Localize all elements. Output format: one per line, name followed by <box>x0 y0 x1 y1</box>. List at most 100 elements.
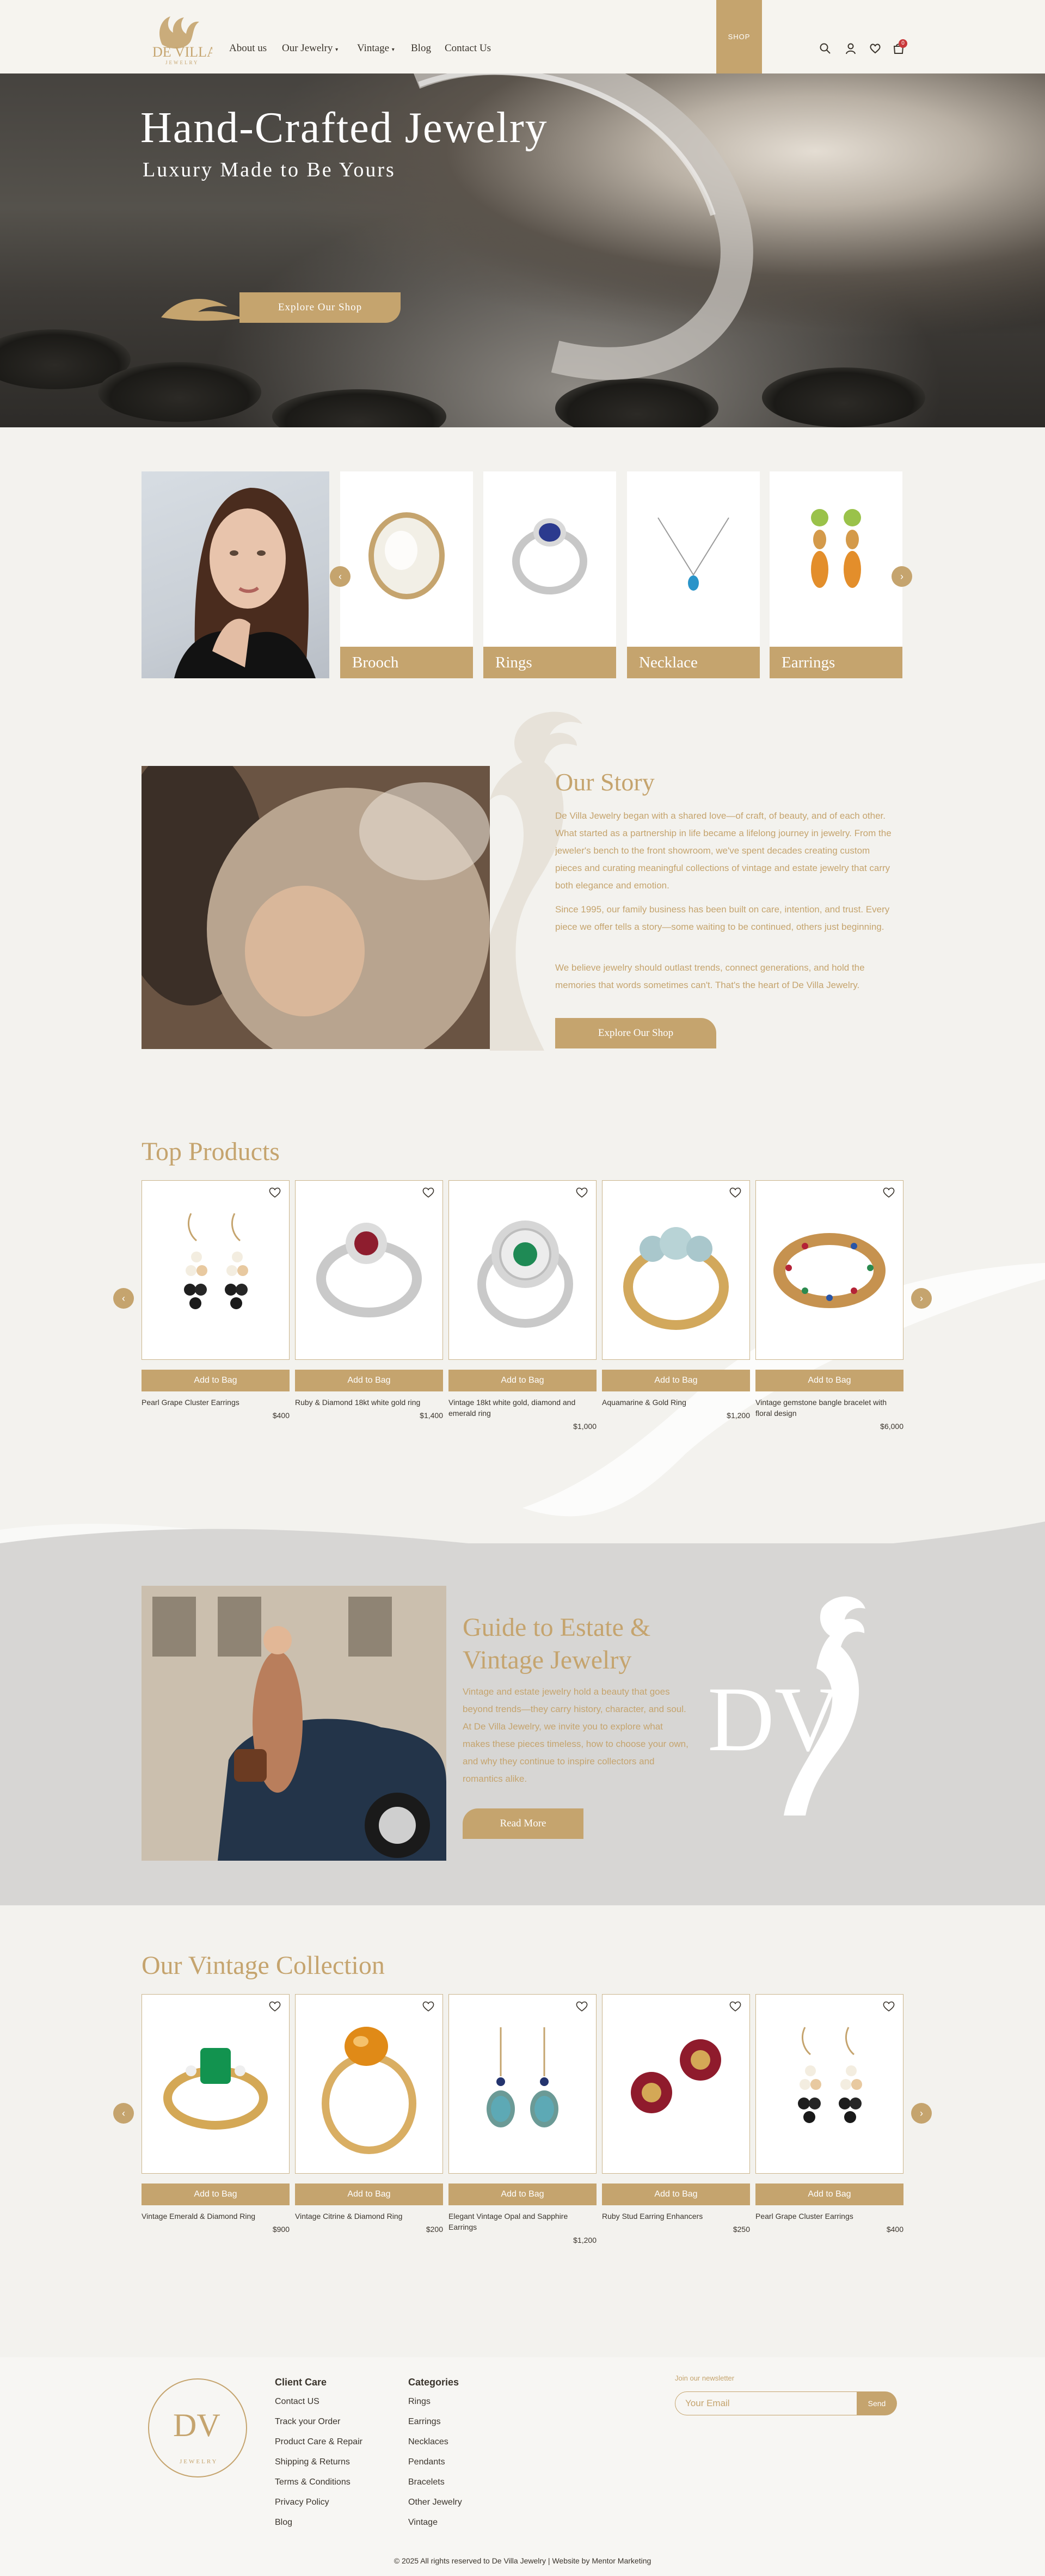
footer-link-blog[interactable]: Blog <box>275 2518 292 2528</box>
search-icon[interactable] <box>819 42 831 54</box>
add-to-bag-button[interactable]: Add to Bag <box>602 1370 750 1391</box>
de-villa-logo[interactable]: DE VILLA JEWELRY <box>140 7 212 68</box>
wishlist-heart-icon[interactable] <box>268 2000 281 2012</box>
product-name: Elegant Vintage Opal and Sapphire Earrin… <box>448 2212 568 2231</box>
category-card-earrings[interactable]: Earrings <box>770 471 902 678</box>
site-header: DE VILLA JEWELRY About us Our Jewelry ▾ … <box>0 0 1045 73</box>
add-to-bag-button[interactable]: Add to Bag <box>295 2184 443 2205</box>
shop-button-label: SHOP <box>728 33 751 41</box>
newsletter-email-input[interactable] <box>675 2391 857 2415</box>
product-card[interactable]: Add to Bag Vintage 18kt white gold, diam… <box>448 1180 597 1431</box>
wishlist-heart-icon[interactable] <box>575 2000 588 2012</box>
product-card[interactable]: Add to Bag Vintage gemstone bangle brace… <box>755 1180 903 1431</box>
footer-link-rings[interactable]: Rings <box>408 2397 431 2407</box>
category-card-rings[interactable]: Rings <box>483 471 616 678</box>
product-name: Pearl Grape Cluster Earrings <box>755 2212 853 2221</box>
nav-blog[interactable]: Blog <box>411 42 431 54</box>
shop-button[interactable]: SHOP <box>716 0 762 73</box>
copyright-text: © 2025 All rights reserved to De Villa J… <box>394 2556 651 2565</box>
footer-link-contact[interactable]: Contact US <box>275 2397 319 2407</box>
read-more-label: Read More <box>500 1818 546 1829</box>
wishlist-heart-icon[interactable] <box>422 2000 435 2012</box>
product-card[interactable]: Add to Bag Vintage Citrine & Diamond Rin… <box>295 1994 443 2234</box>
nav-contact-us[interactable]: Contact Us <box>445 42 491 54</box>
add-to-bag-label: Add to Bag <box>501 1376 544 1385</box>
footer-monogram: DV <box>173 2407 220 2443</box>
add-to-bag-label: Add to Bag <box>347 2189 391 2199</box>
vintage-prev-button[interactable]: ‹ <box>113 2103 134 2124</box>
chevron-down-icon: ▾ <box>391 47 395 53</box>
category-label: Earrings <box>770 647 902 678</box>
products-prev-button[interactable]: ‹ <box>113 1288 134 1309</box>
footer-link-shipping[interactable]: Shipping & Returns <box>275 2457 350 2467</box>
hero-image-detail <box>98 362 261 422</box>
footer-link-earrings[interactable]: Earrings <box>408 2417 441 2427</box>
add-to-bag-button[interactable]: Add to Bag <box>755 2184 903 2205</box>
hero-title: Hand-Crafted Jewelry <box>140 104 548 152</box>
wishlist-heart-icon[interactable] <box>882 2000 895 2012</box>
user-icon[interactable] <box>845 42 857 54</box>
wishlist-heart-icon[interactable] <box>882 1186 895 1198</box>
heart-icon[interactable] <box>869 42 881 54</box>
aquamarine-gold-ring-image <box>623 1227 729 1330</box>
product-card[interactable]: Add to Bag Vintage Emerald & Diamond Rin… <box>142 1994 290 2234</box>
product-image <box>755 1994 903 2174</box>
add-to-bag-button[interactable]: Add to Bag <box>448 1370 597 1391</box>
footer-link-terms[interactable]: Terms & Conditions <box>275 2477 351 2487</box>
category-prev-button[interactable]: ‹ <box>330 566 351 587</box>
product-name: Ruby Stud Earring Enhancers <box>602 2212 703 2221</box>
emerald-ring-image <box>163 2048 268 2130</box>
read-more-button[interactable]: Read More <box>463 1808 583 1839</box>
product-price: $900 <box>272 2225 290 2234</box>
category-card-necklace[interactable]: Necklace <box>627 471 760 678</box>
newsletter-label: Join our newsletter <box>675 2374 735 2382</box>
hero-explore-button[interactable]: Explore Our Shop <box>239 292 401 323</box>
product-card[interactable]: Add to Bag Pearl Grape Cluster Earrings … <box>755 1994 903 2234</box>
wishlist-heart-icon[interactable] <box>268 1186 281 1198</box>
add-to-bag-button[interactable]: Add to Bag <box>142 1370 290 1391</box>
nav-about-us[interactable]: About us <box>229 42 267 54</box>
add-to-bag-button[interactable]: Add to Bag <box>295 1370 443 1391</box>
add-to-bag-button[interactable]: Add to Bag <box>448 2184 597 2205</box>
footer-link-bracelets[interactable]: Bracelets <box>408 2477 445 2487</box>
product-image <box>142 1180 290 1360</box>
footer-link-product-care[interactable]: Product Care & Repair <box>275 2437 362 2447</box>
products-next-button[interactable]: › <box>911 1288 932 1309</box>
wishlist-heart-icon[interactable] <box>422 1186 435 1198</box>
wishlist-heart-icon[interactable] <box>729 2000 742 2012</box>
product-image <box>448 1994 597 2174</box>
vintage-collection-title: Our Vintage Collection <box>142 1951 385 1980</box>
add-to-bag-button[interactable]: Add to Bag <box>755 1370 903 1391</box>
product-price: $1,200 <box>573 2236 597 2244</box>
product-card[interactable]: Add to Bag Pearl Grape Cluster Earrings … <box>142 1180 290 1420</box>
footer-link-necklaces[interactable]: Necklaces <box>408 2437 448 2447</box>
cart-count-badge: 0 <box>899 39 907 48</box>
add-to-bag-label: Add to Bag <box>654 1376 698 1385</box>
nav-vintage[interactable]: Vintage ▾ <box>357 42 395 54</box>
add-to-bag-label: Add to Bag <box>808 1376 851 1385</box>
product-image <box>602 1180 750 1360</box>
product-name: Ruby & Diamond 18kt white gold ring <box>295 1398 421 1407</box>
footer-link-pendants[interactable]: Pendants <box>408 2457 445 2467</box>
footer-link-track-order[interactable]: Track your Order <box>275 2417 340 2427</box>
product-card[interactable]: Add to Bag Ruby Stud Earring Enhancers $… <box>602 1994 750 2234</box>
vintage-next-button[interactable]: › <box>911 2103 932 2124</box>
footer-link-other-jewelry[interactable]: Other Jewelry <box>408 2498 462 2507</box>
product-card[interactable]: Add to Bag Elegant Vintage Opal and Sapp… <box>448 1994 597 2244</box>
footer-logo-badge[interactable]: DV JEWELRY <box>146 2376 249 2480</box>
product-card[interactable]: Add to Bag Ruby & Diamond 18kt white gol… <box>295 1180 443 1420</box>
category-next-button[interactable]: › <box>892 566 912 587</box>
newsletter-send-button[interactable]: Send <box>857 2391 897 2415</box>
wishlist-heart-icon[interactable] <box>729 1186 742 1198</box>
add-to-bag-button[interactable]: Add to Bag <box>142 2184 290 2205</box>
chevron-down-icon: ▾ <box>335 47 339 53</box>
category-card-brooch[interactable]: Brooch <box>340 471 473 678</box>
footer-link-vintage[interactable]: Vintage <box>408 2518 438 2528</box>
product-card[interactable]: Add to Bag Aquamarine & Gold Ring $1,200 <box>602 1180 750 1420</box>
wishlist-heart-icon[interactable] <box>575 1186 588 1198</box>
nav-our-jewelry[interactable]: Our Jewelry ▾ <box>282 42 338 54</box>
product-name: Vintage gemstone bangle bracelet with fl… <box>755 1398 887 1418</box>
add-to-bag-button[interactable]: Add to Bag <box>602 2184 750 2205</box>
footer-link-privacy[interactable]: Privacy Policy <box>275 2498 329 2507</box>
story-explore-button[interactable]: Explore Our Shop <box>555 1018 716 1048</box>
